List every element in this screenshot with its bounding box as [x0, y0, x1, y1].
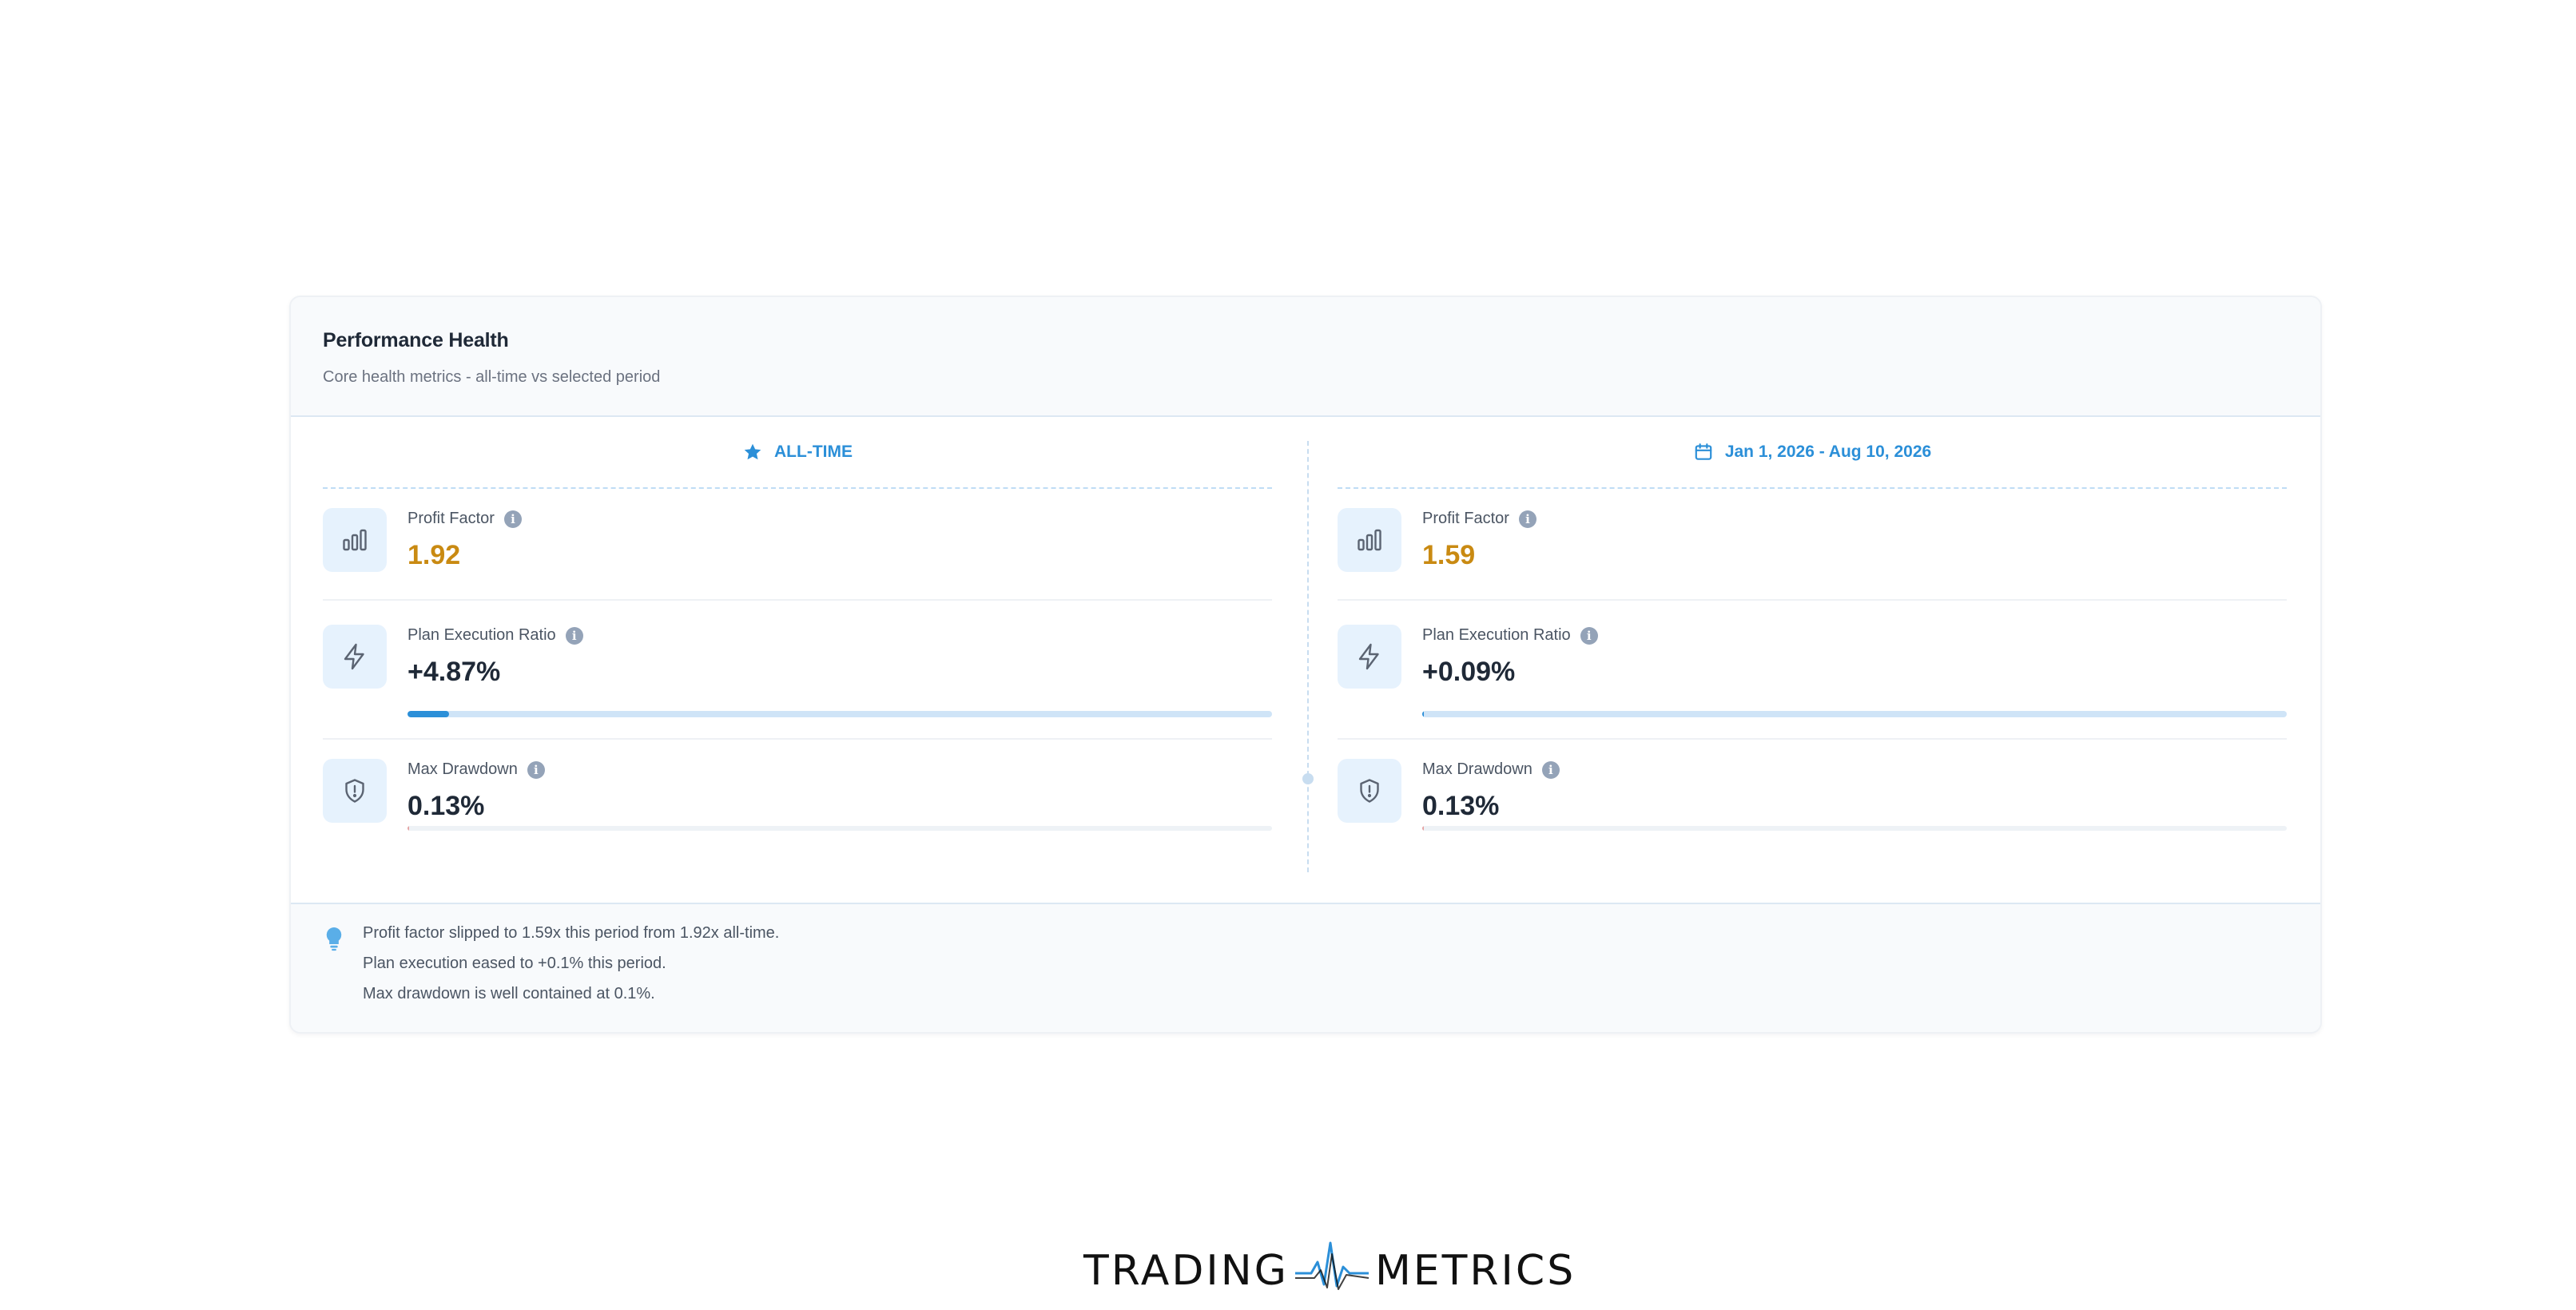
- info-icon[interactable]: i: [1518, 510, 1536, 528]
- bar-chart-icon: [323, 508, 387, 572]
- plan-execution-label: Plan Execution Ratio i: [407, 626, 583, 645]
- card-header: Performance Health Core health metrics -…: [291, 297, 2320, 417]
- divider-dot: [1302, 773, 1314, 784]
- profit-factor-label: Profit Factor i: [1422, 510, 1536, 528]
- card-title: Performance Health: [323, 329, 509, 351]
- drawdown-fill: [1422, 826, 1425, 831]
- drawdown-fill: [407, 826, 410, 831]
- plan-execution-metric: Plan Execution Ratio i +0.09%: [1338, 601, 2287, 740]
- info-icon[interactable]: i: [1541, 760, 1560, 779]
- max-drawdown-metric: Max Drawdown i 0.13%: [1338, 740, 2287, 852]
- insight-line: Max drawdown is well contained at 0.1%.: [363, 985, 655, 1002]
- metric-label-text: Max Drawdown: [1422, 760, 1532, 778]
- max-drawdown-value: 0.13%: [407, 791, 485, 821]
- metric-label-text: Profit Factor: [1422, 510, 1509, 527]
- metrics-body: ALL-TIME Profit Factor i 1.92 Plan Execu…: [291, 417, 2320, 904]
- max-drawdown-label: Max Drawdown i: [407, 760, 545, 779]
- column-divider: [1307, 441, 1309, 872]
- lightning-icon: [1338, 625, 1401, 689]
- insight-line: Profit factor slipped to 1.59x this peri…: [363, 924, 780, 942]
- max-drawdown-metric: Max Drawdown i 0.13%: [323, 740, 1272, 852]
- plan-execution-metric: Plan Execution Ratio i +4.87%: [323, 601, 1272, 740]
- pulse-icon: [1294, 1238, 1370, 1304]
- column-header-all-time: ALL-TIME: [323, 417, 1272, 489]
- metric-label-text: Max Drawdown: [407, 760, 518, 778]
- profit-factor-label: Profit Factor i: [407, 510, 522, 528]
- insight-lines: Profit factor slipped to 1.59x this peri…: [363, 925, 779, 1032]
- logo-text-right: METRICS: [1374, 1247, 1576, 1295]
- column-header-label: ALL-TIME: [774, 443, 853, 461]
- plan-execution-value: +4.87%: [407, 657, 501, 687]
- all-time-column: ALL-TIME Profit Factor i 1.92 Plan Execu…: [323, 417, 1272, 852]
- shield-alert-icon: [323, 759, 387, 823]
- insight-line: Plan execution eased to +0.1% this perio…: [363, 955, 666, 972]
- info-icon[interactable]: i: [1580, 626, 1598, 645]
- selected-period-column: Jan 1, 2026 - Aug 10, 2026 Profit Factor…: [1338, 417, 2287, 852]
- lightning-icon: [323, 625, 387, 689]
- column-header-label: Jan 1, 2026 - Aug 10, 2026: [1724, 443, 1932, 461]
- max-drawdown-bar: [1422, 826, 2287, 831]
- info-icon[interactable]: i: [565, 626, 583, 645]
- insights-footer: Profit factor slipped to 1.59x this peri…: [291, 903, 2320, 1032]
- profit-factor-value: 1.59: [1422, 540, 1476, 570]
- profit-factor-value: 1.92: [407, 540, 461, 570]
- plan-execution-progress-bar: [407, 711, 1272, 717]
- performance-health-card: Performance Health Core health metrics -…: [289, 296, 2322, 1034]
- plan-execution-label: Plan Execution Ratio i: [1422, 626, 1598, 645]
- profit-factor-metric: Profit Factor i 1.92: [323, 489, 1272, 601]
- metric-label-text: Plan Execution Ratio: [1422, 626, 1571, 644]
- column-header-period: Jan 1, 2026 - Aug 10, 2026: [1338, 417, 2287, 489]
- progress-fill: [407, 711, 449, 717]
- logo-text-left: TRADING: [1083, 1247, 1289, 1295]
- progress-fill: [1422, 711, 1425, 717]
- profit-factor-metric: Profit Factor i 1.59: [1338, 489, 2287, 601]
- info-icon[interactable]: i: [503, 510, 522, 528]
- metric-label-text: Plan Execution Ratio: [407, 626, 556, 644]
- max-drawdown-bar: [407, 826, 1272, 831]
- max-drawdown-value: 0.13%: [1422, 791, 1500, 821]
- info-icon[interactable]: i: [527, 760, 545, 779]
- shield-alert-icon: [1338, 759, 1401, 823]
- trading-metrics-logo: TRADING METRICS: [1083, 1241, 1576, 1299]
- plan-execution-value: +0.09%: [1422, 657, 1516, 687]
- card-subtitle: Core health metrics - all-time vs select…: [323, 368, 661, 386]
- plan-execution-progress-bar: [1422, 711, 2287, 717]
- star-icon: [742, 442, 763, 462]
- lightbulb-icon: [323, 925, 345, 1032]
- bar-chart-icon: [1338, 508, 1401, 572]
- max-drawdown-label: Max Drawdown i: [1422, 760, 1560, 779]
- metric-label-text: Profit Factor: [407, 510, 495, 527]
- calendar-icon: [1693, 442, 1714, 462]
